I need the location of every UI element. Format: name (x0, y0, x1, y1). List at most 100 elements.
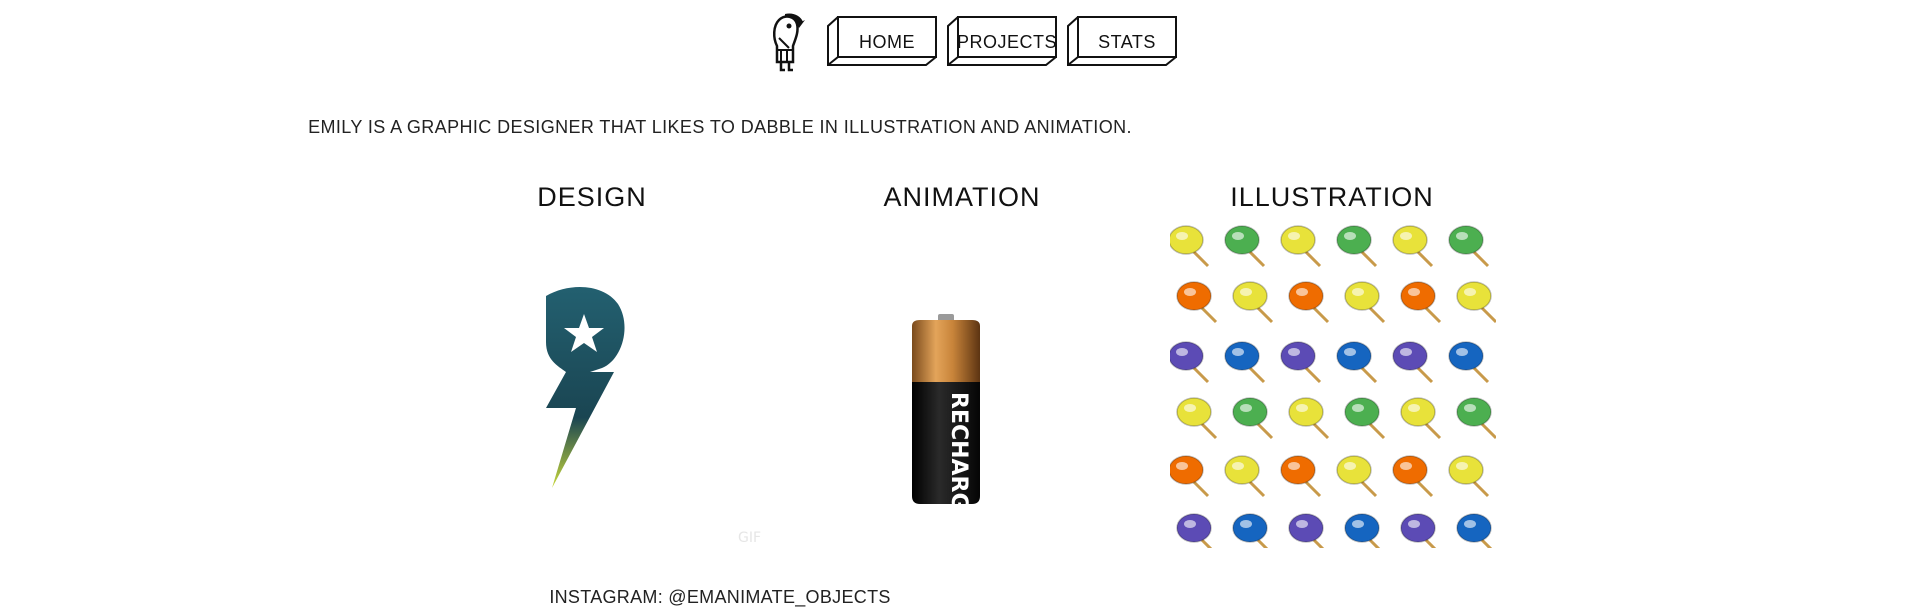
lollipop-stick (1256, 538, 1269, 548)
gem-shine (1408, 288, 1420, 296)
battery-label: RECHARGE (946, 392, 971, 526)
gem-pattern-icon (1170, 225, 1496, 548)
gem-lollipop (1280, 225, 1316, 255)
lollipop-stick (1424, 538, 1437, 548)
lollipop-stick (1360, 250, 1378, 268)
gem-lollipop (1344, 397, 1380, 427)
lollipop-stick (1248, 366, 1266, 384)
lollipop-stick (1368, 538, 1381, 548)
lollipop-stick (1360, 366, 1378, 384)
lollipop-stick (1248, 250, 1266, 268)
gem-shine (1232, 348, 1244, 356)
gem-lollipop (1400, 397, 1436, 427)
gem-lollipop (1344, 513, 1380, 543)
gem-lollipop (1224, 455, 1260, 485)
gem-shine (1344, 348, 1356, 356)
lollipop-stick (1360, 480, 1378, 498)
gem-shine (1240, 520, 1252, 528)
gem-lollipop (1280, 455, 1316, 485)
gem-shine (1184, 404, 1196, 412)
lollipop-stick (1480, 306, 1496, 324)
lollipop-stick (1312, 538, 1325, 548)
lollipop-stick (1480, 422, 1496, 440)
gem-lollipop (1170, 341, 1204, 371)
lollipop-stick (1304, 480, 1322, 498)
lollipop-stick (1416, 480, 1434, 498)
gem-shine (1296, 404, 1308, 412)
gem-shine (1344, 232, 1356, 240)
lollipop-stick (1200, 422, 1218, 440)
gem-lollipop (1456, 397, 1492, 427)
gem-shine (1400, 348, 1412, 356)
lightning-star-logo-icon (546, 286, 625, 488)
lollipop-stick (1472, 250, 1490, 268)
gem-lollipop (1170, 225, 1204, 255)
gem-lollipop (1448, 225, 1484, 255)
gem-shine (1464, 288, 1476, 296)
gem-shine (1352, 404, 1364, 412)
watermark-icon: GIF (738, 530, 761, 546)
gem-lollipop (1392, 225, 1428, 255)
gem-shine (1408, 520, 1420, 528)
lollipop-stick (1304, 250, 1322, 268)
section-title-illustration[interactable]: ILLUSTRATION (1182, 182, 1482, 213)
gem-shine (1408, 404, 1420, 412)
gem-lollipop (1336, 455, 1372, 485)
gem-shine (1352, 288, 1364, 296)
lollipop-stick (1304, 366, 1322, 384)
lollipop-stick (1424, 306, 1442, 324)
design-thumbnail[interactable]: GIF (518, 222, 844, 548)
gem-lollipop (1232, 513, 1268, 543)
gem-lollipop (1232, 281, 1268, 311)
gem-shine (1296, 288, 1308, 296)
gem-shine (1232, 232, 1244, 240)
gem-lollipop (1456, 513, 1492, 543)
gem-shine (1176, 348, 1188, 356)
section-title-design[interactable]: DESIGN (442, 182, 742, 213)
intro-text: EMILY IS A GRAPHIC DESIGNER THAT LIKES T… (308, 117, 1132, 137)
gem-lollipop (1392, 455, 1428, 485)
gem-lollipop (1400, 513, 1436, 543)
gem-lollipop (1176, 281, 1212, 311)
gem-shine (1464, 404, 1476, 412)
section-title-animation[interactable]: ANIMATION (812, 182, 1112, 213)
gem-lollipop (1448, 455, 1484, 485)
lollipop-stick (1248, 480, 1266, 498)
gem-shine (1240, 404, 1252, 412)
gem-lollipop (1288, 281, 1324, 311)
animation-thumbnail[interactable]: RECHARGE (800, 222, 1126, 548)
gem-lollipop (1456, 281, 1492, 311)
gem-shine (1456, 232, 1468, 240)
gem-lollipop (1170, 455, 1204, 485)
gem-shine (1400, 232, 1412, 240)
gem-lollipop (1224, 341, 1260, 371)
gem-shine (1240, 288, 1252, 296)
lollipop-stick (1200, 538, 1213, 548)
lollipop-stick (1256, 422, 1274, 440)
illustration-thumbnail[interactable] (1170, 222, 1496, 548)
gem-shine (1352, 520, 1364, 528)
lollipop-stick (1312, 306, 1330, 324)
gem-shine (1288, 232, 1300, 240)
gem-shine (1184, 520, 1196, 528)
battery-icon: RECHARGE (912, 314, 980, 526)
gem-shine (1176, 232, 1188, 240)
gem-lollipop (1400, 281, 1436, 311)
gem-shine (1400, 462, 1412, 470)
gem-shine (1184, 288, 1196, 296)
lollipop-stick (1192, 366, 1210, 384)
lollipop-stick (1424, 422, 1442, 440)
lollipop-stick (1416, 366, 1434, 384)
lollipop-stick (1256, 306, 1274, 324)
lollipop-stick (1416, 250, 1434, 268)
instagram-link[interactable]: INSTAGRAM: @EMANIMATE_OBJECTS (0, 587, 1440, 608)
gem-shine (1288, 462, 1300, 470)
lollipop-stick (1472, 480, 1490, 498)
gem-lollipop (1288, 397, 1324, 427)
gem-shine (1344, 462, 1356, 470)
gem-shine (1176, 462, 1188, 470)
lollipop-stick (1472, 366, 1490, 384)
gem-lollipop (1344, 281, 1380, 311)
gem-shine (1296, 520, 1308, 528)
lollipop-stick (1200, 306, 1218, 324)
